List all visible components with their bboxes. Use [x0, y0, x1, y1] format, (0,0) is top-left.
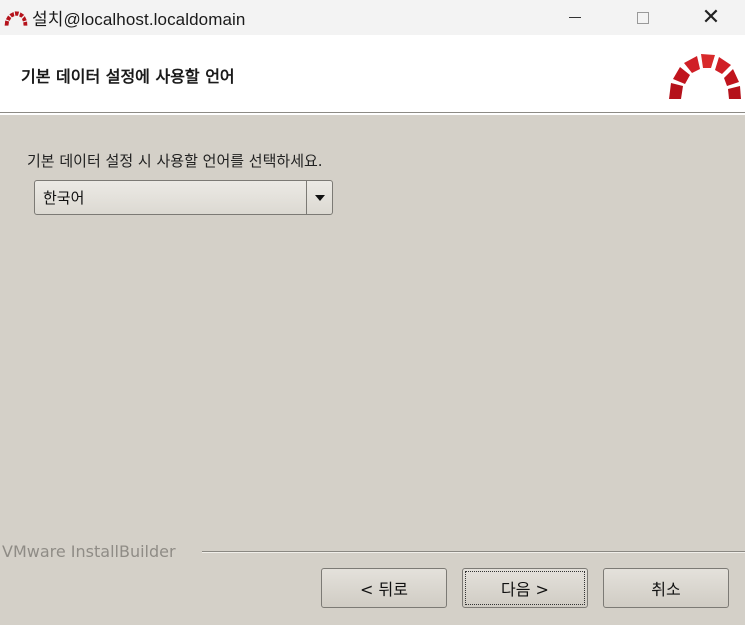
language-select-value: 한국어 — [43, 189, 85, 207]
maximize-icon — [637, 11, 649, 24]
minimize-button[interactable] — [541, 0, 609, 35]
language-select[interactable]: 한국어 — [34, 180, 333, 215]
close-button[interactable]: ✕ — [677, 0, 745, 35]
installer-window: 설치@localhost.localdomain ✕ 기본 데이터 설정에 사용… — [0, 0, 745, 625]
header-divider — [0, 113, 745, 115]
close-icon: ✕ — [701, 5, 721, 30]
instruction-text: 기본 데이터 설정 시 사용할 언어를 선택하세요. — [27, 152, 323, 170]
chevron-down-icon — [314, 194, 325, 201]
cancel-button[interactable]: 취소 — [603, 568, 729, 608]
brand-separator: VMware InstallBuilder — [0, 540, 745, 562]
redmine-arc-icon — [4, 8, 30, 28]
brand-label: VMware InstallBuilder — [2, 542, 180, 561]
minimize-icon — [569, 17, 581, 18]
next-button[interactable]: 다음 > — [462, 568, 588, 608]
window-controls: ✕ — [541, 0, 745, 35]
redmine-logo — [669, 54, 741, 99]
back-button[interactable]: < 뒤로 — [321, 568, 447, 608]
window-title: 설치@localhost.localdomain — [32, 10, 246, 29]
title-bar[interactable]: 설치@localhost.localdomain ✕ — [0, 0, 745, 35]
header-panel: 기본 데이터 설정에 사용할 언어 — [0, 35, 745, 113]
separator-highlight — [202, 552, 745, 553]
dropdown-arrow-button[interactable] — [307, 181, 332, 214]
maximize-button[interactable] — [609, 0, 677, 35]
page-title: 기본 데이터 설정에 사용할 언어 — [21, 67, 235, 86]
